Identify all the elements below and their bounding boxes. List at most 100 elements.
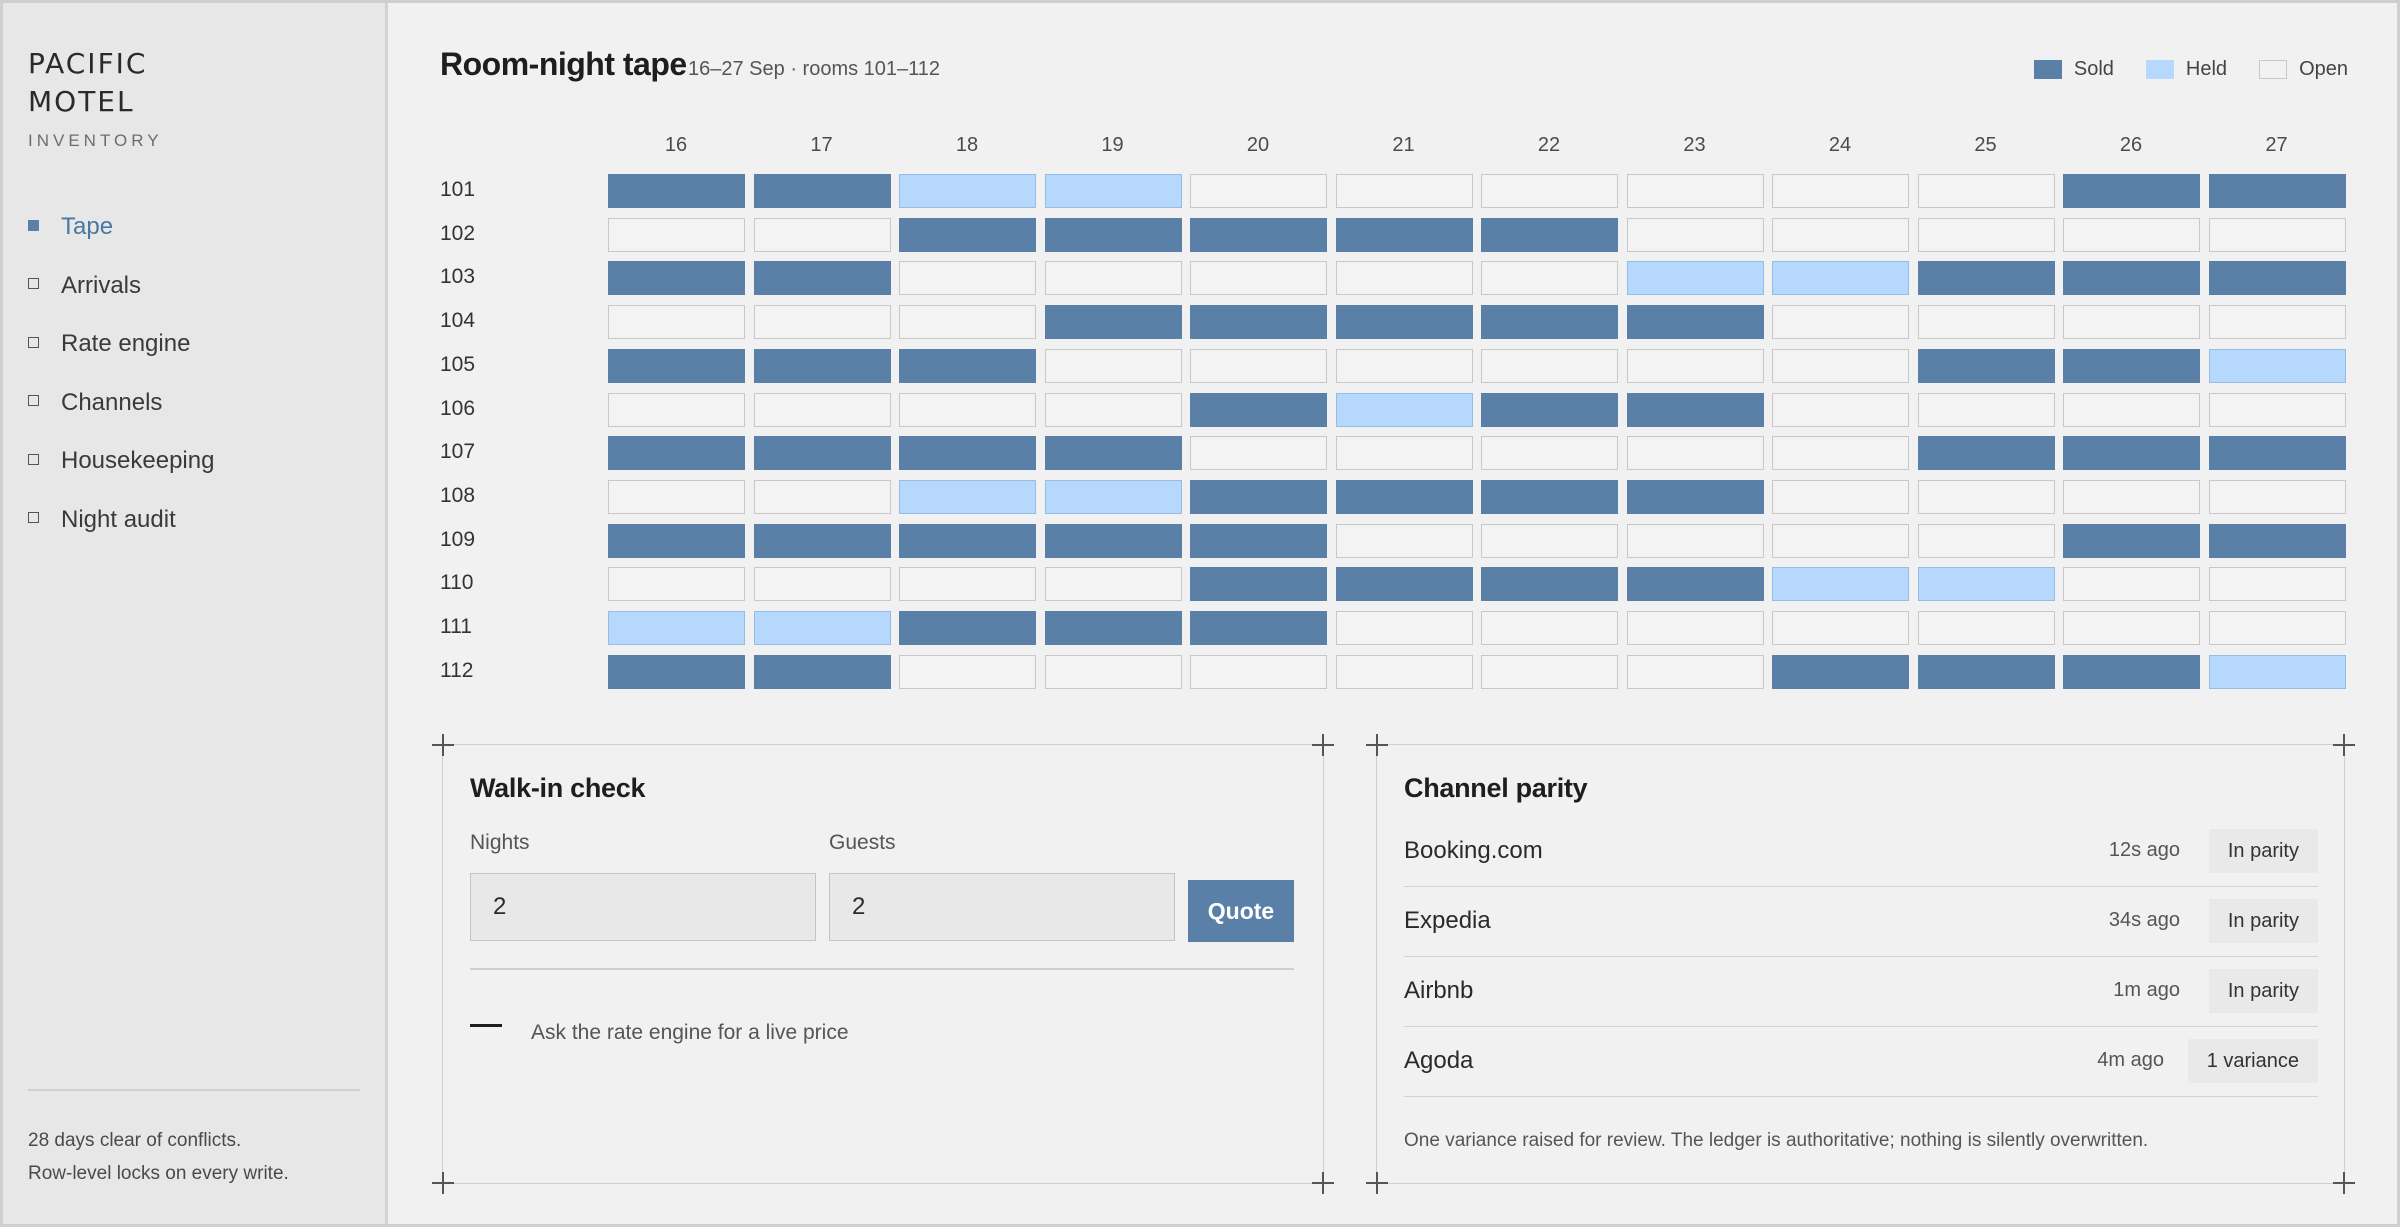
room-night-cell-open[interactable] xyxy=(1481,654,1618,689)
room-night-cell-sold[interactable] xyxy=(2208,436,2346,471)
room-night-cell-open[interactable] xyxy=(753,479,891,514)
quote-button[interactable]: Quote xyxy=(1188,880,1294,942)
room-night-cell-open[interactable] xyxy=(899,654,1036,689)
room-night-cell-held[interactable] xyxy=(1772,261,1909,296)
room-night-cell-open[interactable] xyxy=(1626,611,1764,645)
room-night-cell-open[interactable] xyxy=(1481,348,1618,383)
room-night-cell-open[interactable] xyxy=(1772,611,1909,645)
room-night-cell-sold[interactable] xyxy=(1044,217,1182,252)
room-night-cell-open[interactable] xyxy=(753,305,891,340)
room-night-cell-sold[interactable] xyxy=(899,436,1036,471)
room-night-cell-sold[interactable] xyxy=(899,217,1036,252)
room-night-cell-held[interactable] xyxy=(753,611,891,645)
room-night-cell-held[interactable] xyxy=(608,611,745,645)
room-night-cell-open[interactable] xyxy=(1044,392,1182,427)
room-night-cell-open[interactable] xyxy=(1772,436,1909,471)
nights-input[interactable]: 2 xyxy=(470,873,816,941)
room-night-cell-sold[interactable] xyxy=(1335,305,1473,340)
room-night-cell-sold[interactable] xyxy=(608,348,745,383)
room-night-cell-open[interactable] xyxy=(1335,174,1473,208)
room-night-cell-sold[interactable] xyxy=(608,654,745,689)
room-night-cell-sold[interactable] xyxy=(2063,261,2200,296)
room-night-cell-open[interactable] xyxy=(1335,611,1473,645)
room-night-cell-open[interactable] xyxy=(1481,523,1618,558)
room-night-cell-sold[interactable] xyxy=(1772,654,1909,689)
room-night-cell-sold[interactable] xyxy=(1626,479,1764,514)
room-night-cell-sold[interactable] xyxy=(1044,305,1182,340)
room-night-cell-open[interactable] xyxy=(608,305,745,340)
room-night-cell-sold[interactable] xyxy=(753,523,891,558)
room-night-cell-held[interactable] xyxy=(2208,348,2346,383)
room-night-cell-open[interactable] xyxy=(1044,567,1182,602)
room-night-cell-open[interactable] xyxy=(1917,392,2055,427)
room-night-cell-open[interactable] xyxy=(899,567,1036,602)
room-night-cell-sold[interactable] xyxy=(1481,305,1618,340)
room-night-cell-open[interactable] xyxy=(899,261,1036,296)
room-night-cell-sold[interactable] xyxy=(1335,217,1473,252)
room-night-cell-open[interactable] xyxy=(1335,348,1473,383)
room-night-cell-open[interactable] xyxy=(2208,217,2346,252)
room-night-cell-sold[interactable] xyxy=(1044,523,1182,558)
room-night-cell-open[interactable] xyxy=(1772,479,1909,514)
room-night-cell-sold[interactable] xyxy=(753,174,891,208)
room-night-cell-open[interactable] xyxy=(1481,174,1618,208)
room-night-cell-open[interactable] xyxy=(2208,567,2346,602)
room-night-cell-sold[interactable] xyxy=(1190,611,1327,645)
sidebar-item-channels[interactable]: Channels xyxy=(28,374,214,433)
room-night-cell-open[interactable] xyxy=(1626,436,1764,471)
room-night-cell-sold[interactable] xyxy=(1917,436,2055,471)
room-night-cell-held[interactable] xyxy=(1626,261,1764,296)
room-night-cell-open[interactable] xyxy=(2208,392,2346,427)
room-night-cell-open[interactable] xyxy=(1772,348,1909,383)
room-night-cell-open[interactable] xyxy=(899,392,1036,427)
room-night-cell-open[interactable] xyxy=(2208,611,2346,645)
room-night-cell-open[interactable] xyxy=(1481,436,1618,471)
room-night-cell-open[interactable] xyxy=(2063,217,2200,252)
room-night-cell-held[interactable] xyxy=(1044,174,1182,208)
room-night-cell-open[interactable] xyxy=(1626,523,1764,558)
room-night-cell-sold[interactable] xyxy=(1481,392,1618,427)
room-night-cell-open[interactable] xyxy=(1772,392,1909,427)
room-night-cell-open[interactable] xyxy=(1917,479,2055,514)
room-night-cell-sold[interactable] xyxy=(2063,654,2200,689)
room-night-cell-sold[interactable] xyxy=(608,523,745,558)
room-night-cell-open[interactable] xyxy=(2208,479,2346,514)
room-night-cell-open[interactable] xyxy=(2063,479,2200,514)
room-night-cell-sold[interactable] xyxy=(1917,654,2055,689)
room-night-cell-held[interactable] xyxy=(899,479,1036,514)
room-night-cell-sold[interactable] xyxy=(1044,436,1182,471)
room-night-cell-sold[interactable] xyxy=(1626,305,1764,340)
room-night-cell-open[interactable] xyxy=(899,305,1036,340)
channel-row[interactable]: Agoda 4m ago 1 variance xyxy=(1404,1027,2318,1097)
room-night-cell-sold[interactable] xyxy=(1190,217,1327,252)
room-night-cell-open[interactable] xyxy=(753,392,891,427)
room-night-cell-sold[interactable] xyxy=(899,348,1036,383)
room-night-cell-open[interactable] xyxy=(1335,436,1473,471)
room-night-cell-sold[interactable] xyxy=(1481,567,1618,602)
room-night-cell-open[interactable] xyxy=(753,567,891,602)
room-night-cell-sold[interactable] xyxy=(1481,217,1618,252)
room-night-cell-sold[interactable] xyxy=(608,261,745,296)
room-night-cell-open[interactable] xyxy=(1335,261,1473,296)
sidebar-item-night-audit[interactable]: Night audit xyxy=(28,491,214,550)
room-night-cell-sold[interactable] xyxy=(608,436,745,471)
room-night-cell-sold[interactable] xyxy=(1626,567,1764,602)
room-night-cell-open[interactable] xyxy=(1917,174,2055,208)
room-night-cell-open[interactable] xyxy=(1772,305,1909,340)
room-night-cell-open[interactable] xyxy=(1335,523,1473,558)
room-night-cell-open[interactable] xyxy=(1626,174,1764,208)
channel-row[interactable]: Airbnb 1m ago In parity xyxy=(1404,957,2318,1027)
room-night-cell-open[interactable] xyxy=(1626,654,1764,689)
guests-input[interactable]: 2 xyxy=(829,873,1175,941)
room-night-cell-sold[interactable] xyxy=(1044,611,1182,645)
room-night-cell-open[interactable] xyxy=(1481,261,1618,296)
room-night-cell-open[interactable] xyxy=(753,217,891,252)
room-night-cell-sold[interactable] xyxy=(899,523,1036,558)
room-night-cell-open[interactable] xyxy=(1917,523,2055,558)
room-night-cell-held[interactable] xyxy=(899,174,1036,208)
room-night-cell-sold[interactable] xyxy=(1335,567,1473,602)
room-night-cell-sold[interactable] xyxy=(1190,567,1327,602)
room-night-cell-sold[interactable] xyxy=(608,174,745,208)
room-night-cell-open[interactable] xyxy=(1917,611,2055,645)
room-night-cell-sold[interactable] xyxy=(2208,523,2346,558)
